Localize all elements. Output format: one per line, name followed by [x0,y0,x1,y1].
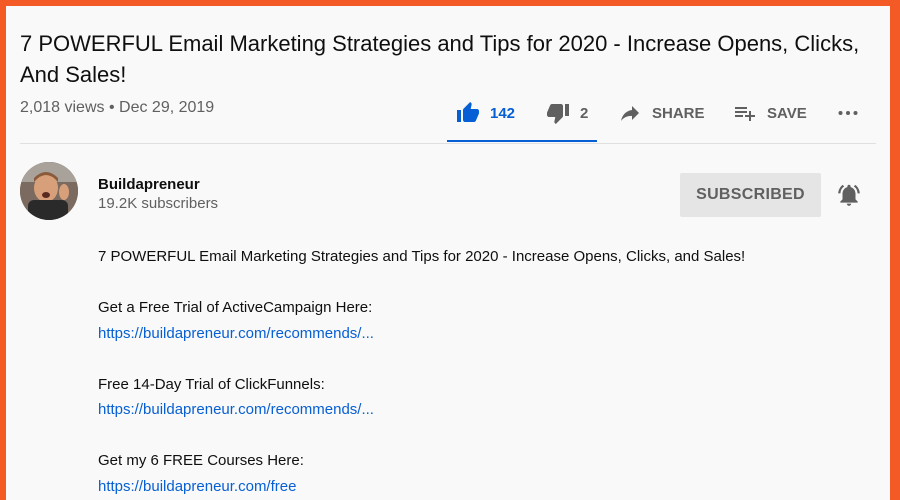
subscribed-button[interactable]: SUBSCRIBED [680,173,821,217]
description-link[interactable]: https://buildapreneur.com/recommends/... [98,325,374,342]
description-blank [98,270,858,296]
description-link[interactable]: https://buildapreneur.com/free [98,478,296,495]
like-button[interactable]: 142 [456,98,515,128]
video-title: 7 POWERFUL Email Marketing Strategies an… [20,31,860,87]
thumbs-up-icon [456,101,480,125]
dislike-button[interactable]: 2 [546,98,588,128]
bell-icon [836,184,862,212]
description-link-label: Get my 6 FREE Courses Here: [98,452,304,469]
save-label: SAVE [767,104,807,122]
video-info-panel: 7 POWERFUL Email Marketing Strategies an… [6,6,890,500]
description-intro: 7 POWERFUL Email Marketing Strategies an… [98,248,746,265]
save-button[interactable]: SAVE [733,98,807,128]
share-label: SHARE [652,104,705,122]
dislike-count: 2 [580,104,589,122]
description-link[interactable]: https://buildapreneur.com/recommends/... [98,401,374,418]
notification-bell-button[interactable] [836,182,862,208]
like-count: 142 [490,104,516,122]
subscriber-count: 19.2K subscribers [98,195,219,212]
channel-name[interactable]: Buildapreneur [98,176,200,193]
share-button[interactable]: SHARE [618,98,705,128]
action-bar: 142 2 SHARE SAVE [6,98,890,128]
more-dots-icon [836,101,860,125]
description-blank [98,423,858,449]
like-indicator-bar [447,140,597,142]
share-arrow-icon [618,101,642,125]
description-link-label: Free 14-Day Trial of ClickFunnels: [98,375,325,393]
thumbs-down-icon [546,101,570,125]
description-link-label: Get a Free Trial of ActiveCampaign Here: [98,299,373,316]
description-blank [98,346,858,372]
channel-avatar[interactable] [20,162,78,220]
video-description: 7 POWERFUL Email Marketing Strategies an… [98,244,858,499]
section-divider [20,143,876,144]
more-actions-button[interactable] [836,98,860,128]
playlist-add-icon [733,101,757,125]
